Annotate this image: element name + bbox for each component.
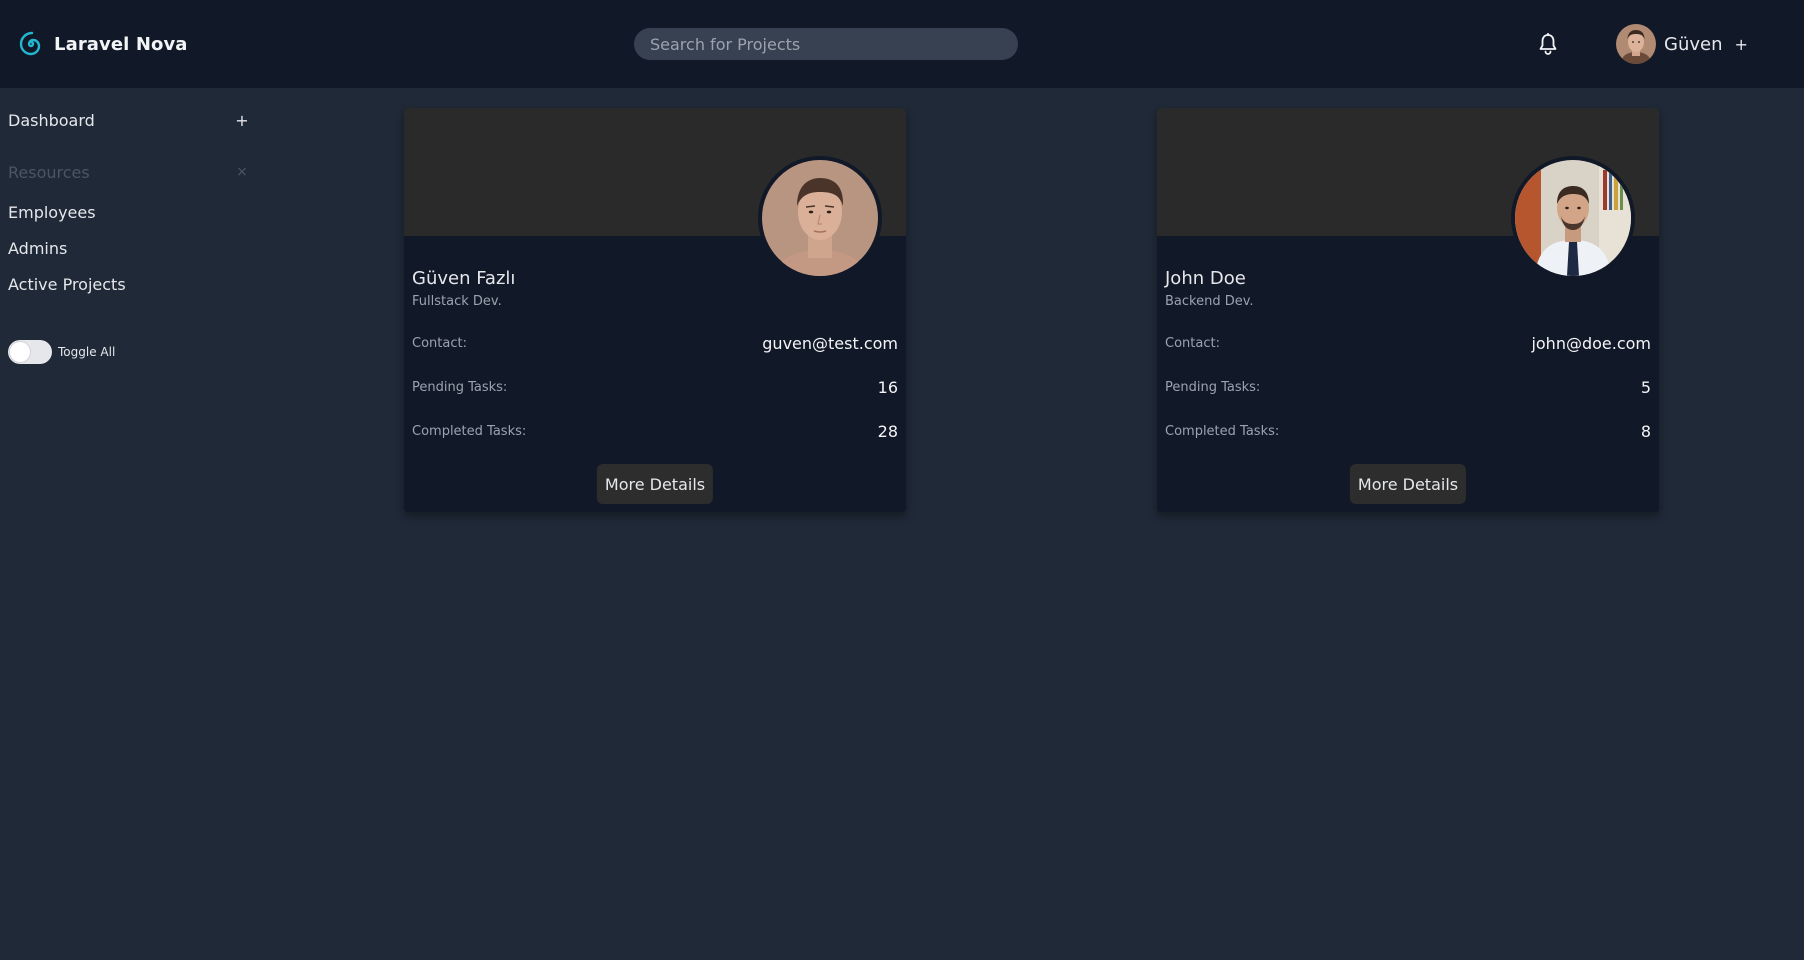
brand-name: Laravel Nova (54, 33, 188, 55)
employee-role: Fullstack Dev. (412, 294, 502, 309)
top-navbar: Laravel Nova Güven + (0, 0, 1804, 88)
collapse-close-icon[interactable]: × (232, 164, 252, 180)
sidebar-item-employees[interactable]: Employees (8, 203, 96, 222)
toggle-knob (10, 342, 30, 362)
completed-tasks-row: Completed Tasks: 28 (412, 419, 898, 443)
brand[interactable]: Laravel Nova (18, 28, 188, 60)
employee-name: Güven Fazlı (412, 268, 516, 289)
sidebar-section-resources[interactable]: Resources × (8, 160, 252, 184)
toggle-all-switch[interactable] (8, 340, 52, 364)
toggle-all-control: Toggle All (8, 340, 115, 364)
contact-row: Contact: john@doe.com (1165, 331, 1651, 355)
user-menu-plus-icon: + (1734, 34, 1748, 54)
bell-icon (1539, 33, 1557, 55)
sidebar-item-admins[interactable]: Admins (8, 239, 67, 258)
spiral-logo-icon (19, 31, 41, 56)
completed-tasks-row: Completed Tasks: 8 (1165, 419, 1651, 443)
pending-tasks-value: 5 (1640, 377, 1651, 397)
user-menu[interactable]: Güven + (1616, 24, 1748, 64)
sidebar-section-label: Resources (8, 162, 90, 182)
contact-value: john@doe.com (1531, 333, 1651, 353)
expand-plus-icon[interactable]: + (232, 111, 252, 130)
notifications-button[interactable] (1536, 32, 1560, 56)
employee-card: Güven Fazlı Fullstack Dev. Contact: guve… (404, 108, 906, 512)
employee-name: John Doe (1165, 268, 1246, 289)
pending-tasks-label: Pending Tasks: (1165, 379, 1261, 395)
toggle-all-label: Toggle All (58, 345, 116, 359)
more-details-button[interactable]: More Details (1349, 464, 1467, 504)
user-name: Güven (1664, 33, 1723, 55)
more-details-button[interactable]: More Details (596, 464, 714, 504)
sidebar-item-dashboard[interactable]: Dashboard + (8, 108, 252, 132)
employee-card: John Doe Backend Dev. Contact: john@doe.… (1157, 108, 1659, 512)
pending-tasks-row: Pending Tasks: 5 (1165, 375, 1651, 399)
contact-value: guven@test.com (762, 333, 898, 353)
sidebar-item-label: Dashboard (8, 110, 95, 130)
contact-label: Contact: (1165, 335, 1220, 351)
completed-tasks-value: 28 (877, 421, 898, 441)
employee-portrait (1515, 160, 1631, 276)
employee-photo (758, 156, 882, 280)
completed-tasks-value: 8 (1640, 421, 1651, 441)
completed-tasks-label: Completed Tasks: (1165, 423, 1280, 439)
completed-tasks-label: Completed Tasks: (412, 423, 527, 439)
pending-tasks-label: Pending Tasks: (412, 379, 508, 395)
employee-photo (1511, 156, 1635, 280)
employee-role: Backend Dev. (1165, 294, 1254, 309)
search-input[interactable] (634, 28, 1018, 60)
employee-portrait (762, 160, 878, 276)
contact-row: Contact: guven@test.com (412, 331, 898, 355)
sidebar-item-active-projects[interactable]: Active Projects (8, 275, 126, 294)
avatar (1616, 24, 1656, 64)
pending-tasks-row: Pending Tasks: 16 (412, 375, 898, 399)
contact-label: Contact: (412, 335, 467, 351)
pending-tasks-value: 16 (877, 377, 898, 397)
